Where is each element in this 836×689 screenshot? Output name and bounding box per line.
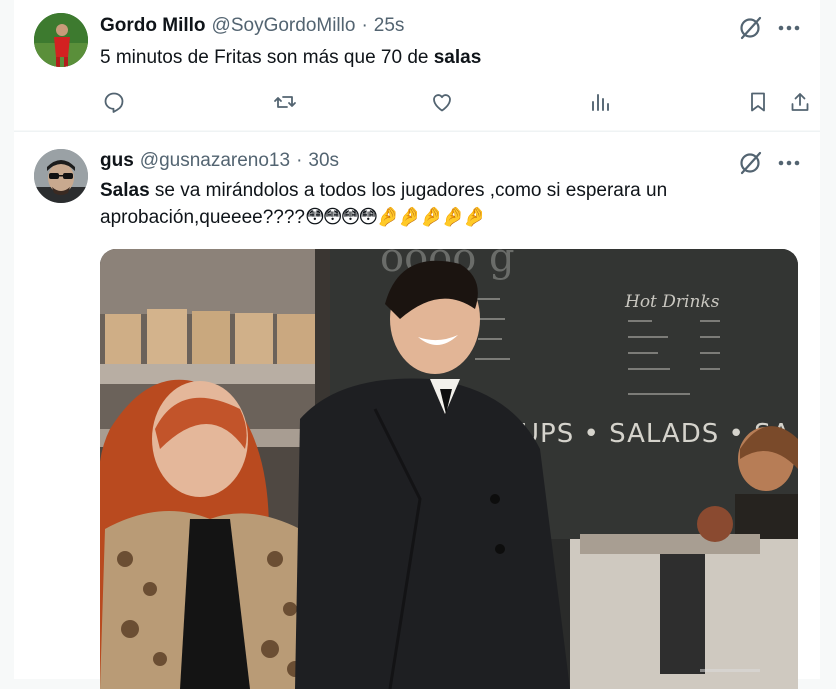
tweet-text-highlight: salas [433, 47, 482, 68]
views-icon[interactable] [586, 88, 614, 116]
author-handle[interactable]: @SoyGordoMillo [212, 15, 356, 37]
tweet-header: Gordo Millo @SoyGordoMillo · 25s [100, 15, 404, 37]
grok-icon[interactable] [737, 14, 765, 42]
tweet-text: Salas se va mirándolos a todos los jugad… [100, 177, 800, 231]
avatar[interactable] [34, 149, 88, 203]
tweet-text-highlight: Salas [100, 180, 150, 201]
tweet[interactable]: Gordo Millo @SoyGordoMillo · 25s 5 minut… [14, 0, 820, 130]
separator-dot: · [361, 15, 368, 36]
separator-dot: · [296, 150, 303, 171]
timestamp[interactable]: 30s [308, 150, 339, 172]
author-handle[interactable]: @gusnazareno13 [140, 150, 290, 172]
reply-icon[interactable] [100, 88, 128, 116]
avatar[interactable] [34, 13, 88, 67]
like-icon[interactable] [428, 88, 456, 116]
tweet-text-main: 5 minutos de Fritas son más que 70 de [100, 47, 434, 68]
tweet-emojis: 😳😳😳😳🤌🤌🤌🤌🤌 [304, 207, 487, 228]
bookmark-icon[interactable] [744, 88, 772, 116]
retweet-icon[interactable] [271, 88, 299, 116]
timestamp[interactable]: 25s [374, 15, 405, 37]
tweet-header: gus @gusnazareno13 · 30s [100, 150, 339, 172]
action-bar [100, 88, 809, 116]
author-name[interactable]: Gordo Millo [100, 15, 206, 37]
more-options-icon[interactable] [774, 16, 804, 40]
gif-media[interactable]: oooo g Hot Drinks UPS • SALADS • SA [100, 249, 798, 689]
author-name[interactable]: gus [100, 150, 134, 172]
board-heading: Hot Drinks [624, 292, 720, 312]
grok-icon[interactable] [737, 149, 765, 177]
share-icon[interactable] [786, 88, 814, 116]
tweet-text: 5 minutos de Fritas son más que 70 de sa… [100, 44, 800, 71]
more-options-icon[interactable] [774, 151, 804, 175]
tweet[interactable]: gus @gusnazareno13 · 30s Salas se va mir… [14, 131, 820, 689]
